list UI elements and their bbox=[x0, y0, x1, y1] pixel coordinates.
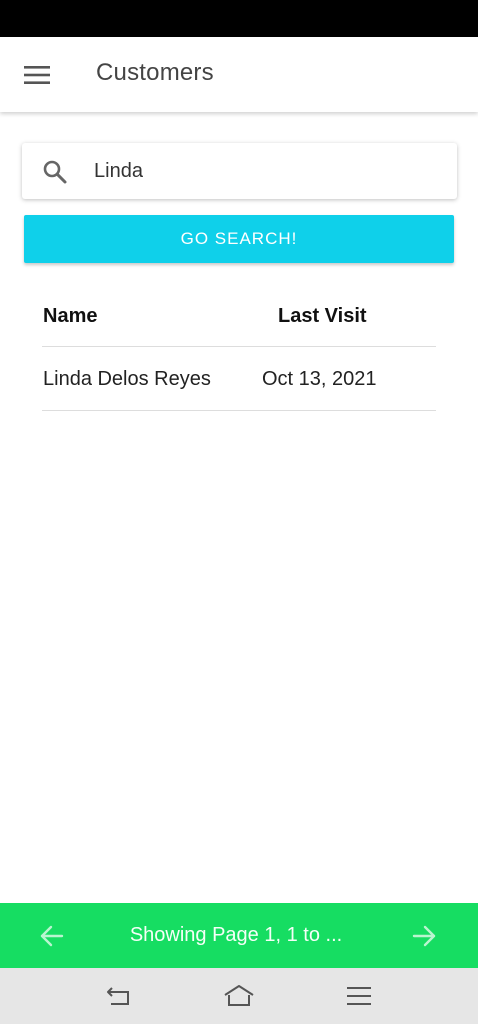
cell-name: Linda Delos Reyes bbox=[43, 368, 211, 390]
table-header: Name Last Visit bbox=[42, 285, 436, 347]
back-icon[interactable] bbox=[105, 984, 133, 1008]
column-header-last-visit: Last Visit bbox=[278, 305, 367, 327]
system-nav-bar bbox=[0, 968, 478, 1024]
pagination-bar: Showing Page 1, 1 to ... bbox=[0, 903, 478, 968]
app-bar: Customers bbox=[0, 37, 478, 112]
cell-last-visit: Oct 13, 2021 bbox=[262, 368, 377, 390]
recents-icon[interactable] bbox=[346, 986, 372, 1006]
pagination-status: Showing Page 1, 1 to ... bbox=[129, 924, 343, 946]
arrow-right-icon[interactable] bbox=[410, 922, 438, 950]
search-box bbox=[22, 143, 457, 199]
column-header-name: Name bbox=[43, 305, 98, 327]
table-row[interactable]: Linda Delos Reyes Oct 13, 2021 bbox=[42, 347, 436, 411]
status-bar bbox=[0, 0, 478, 37]
search-icon bbox=[42, 159, 68, 185]
arrow-left-icon[interactable] bbox=[38, 922, 66, 950]
go-search-button[interactable]: GO SEARCH! bbox=[24, 215, 454, 263]
search-input[interactable] bbox=[94, 153, 434, 189]
customers-table: Name Last Visit Linda Delos Reyes Oct 13… bbox=[42, 285, 436, 411]
hamburger-menu-icon[interactable] bbox=[24, 66, 50, 84]
home-icon[interactable] bbox=[222, 983, 256, 1009]
page-title: Customers bbox=[96, 59, 214, 86]
